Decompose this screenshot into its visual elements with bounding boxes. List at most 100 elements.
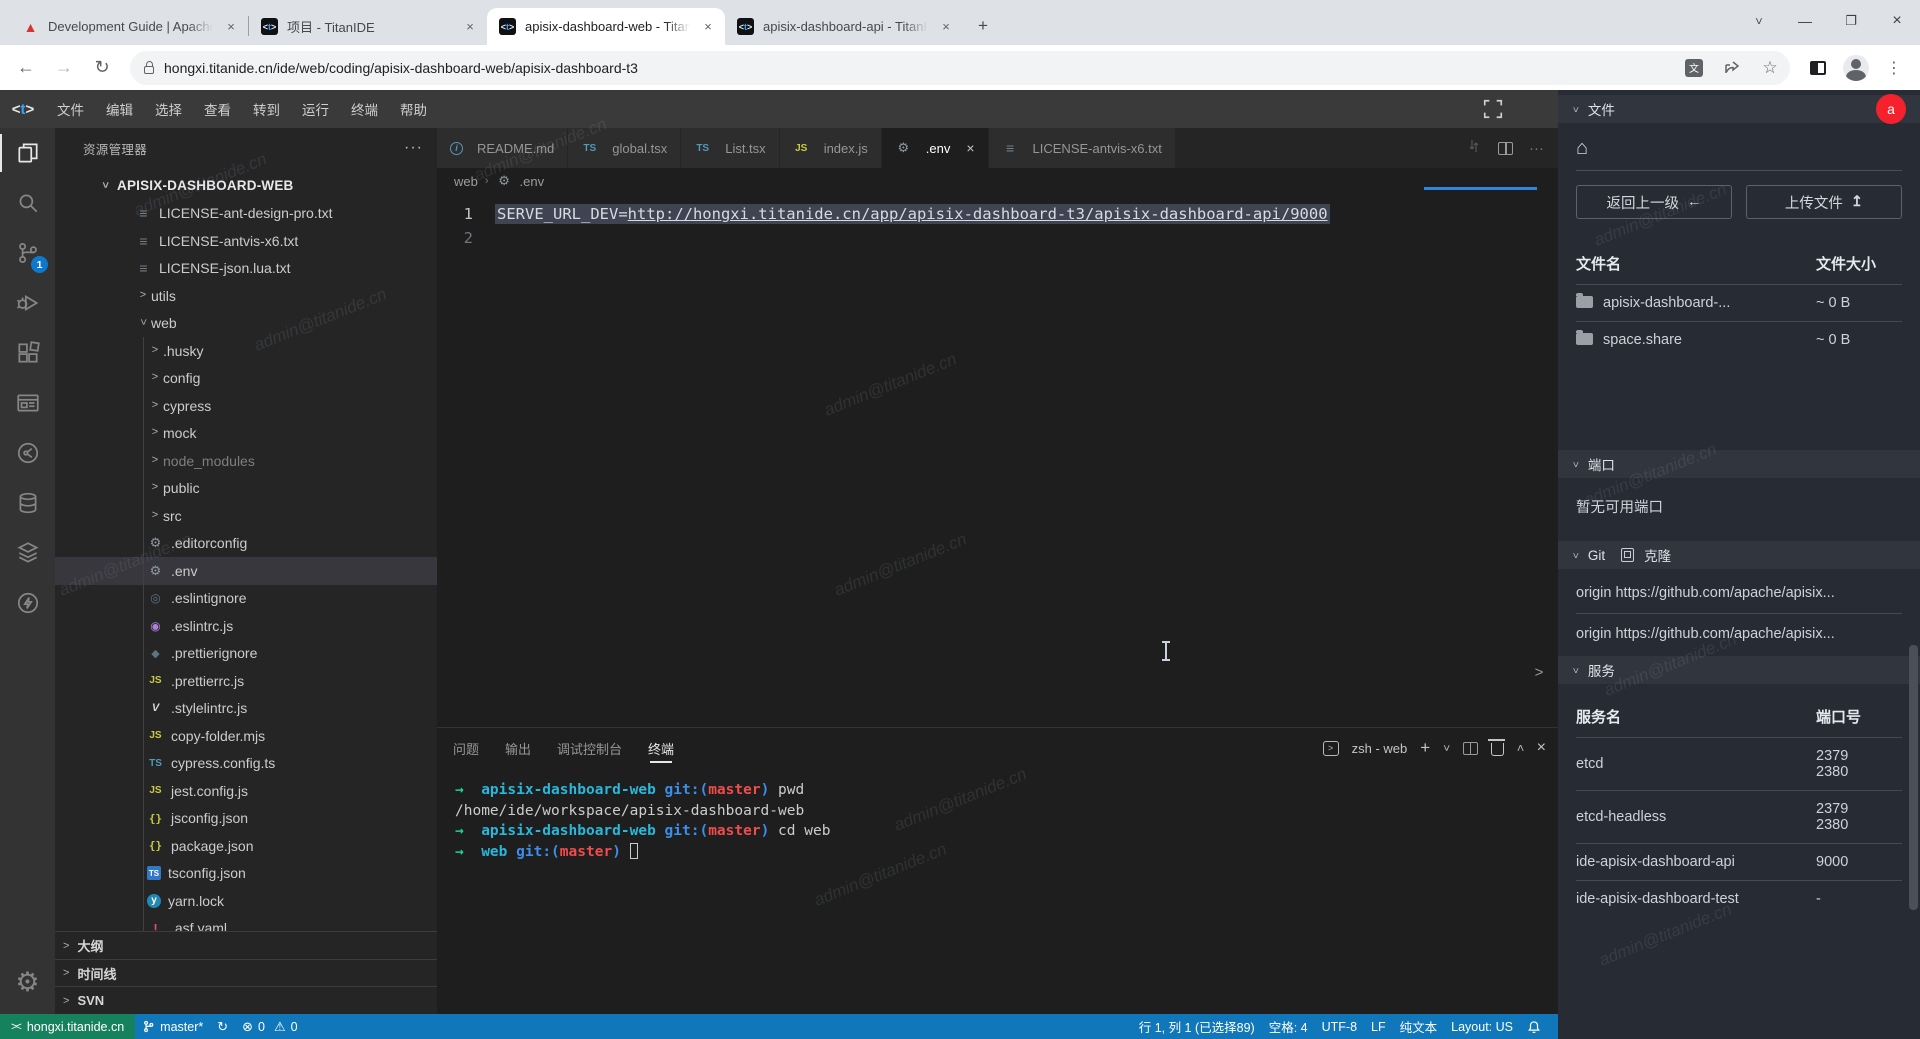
tree-item-.eslintrc.js[interactable]: ◉.eslintrc.js (55, 612, 437, 640)
tab-close-icon[interactable]: × (966, 140, 974, 156)
maximize-panel-icon[interactable]: > (1513, 744, 1527, 751)
tree-item-.prettierrc.js[interactable]: JS.prettierrc.js (55, 667, 437, 695)
panel-expand-chevron[interactable]: > (1527, 650, 1551, 694)
panel-scrollbar[interactable] (1909, 645, 1918, 910)
sidebar-section-大纲[interactable]: >大纲 (55, 931, 437, 959)
code-line[interactable]: 1SERVE_URL_DEV=http://hongxi.titanide.cn… (437, 202, 1558, 226)
files-table-row[interactable]: space.share~ 0 B (1576, 322, 1902, 359)
profile-avatar[interactable] (1840, 52, 1872, 84)
browser-tab[interactable]: ▲Development Guide | Apache A× (10, 8, 248, 45)
git-remote-row[interactable]: origin https://github.com/apache/apisix.… (1576, 573, 1902, 613)
close-panel-icon[interactable]: × (1537, 739, 1546, 757)
side-panel-icon[interactable] (1802, 52, 1834, 84)
manage-gear-icon[interactable]: ⚙ (0, 960, 55, 1004)
activity-power-icon[interactable] (0, 578, 55, 628)
user-avatar-badge[interactable]: a (1876, 94, 1906, 124)
activity-explorer-icon[interactable] (0, 128, 55, 178)
git-remote-row[interactable]: origin https://github.com/apache/apisix.… (1576, 613, 1902, 654)
tab-close-icon[interactable]: × (461, 18, 479, 36)
tree-item-tsconfig.json[interactable]: TStsconfig.json (55, 860, 437, 888)
terminal-shell-label[interactable]: zsh - web (1352, 741, 1408, 756)
split-editor-icon[interactable] (1498, 142, 1513, 155)
code-line[interactable]: 2 (437, 226, 1558, 250)
tree-item-web[interactable]: >web (55, 310, 437, 338)
terminal-tab-问题[interactable]: 问题 (453, 728, 479, 768)
tab-close-icon[interactable]: × (937, 18, 955, 36)
activity-search-icon[interactable] (0, 178, 55, 228)
breadcrumb[interactable]: web › ⚙ .env (437, 168, 1558, 194)
more-actions-icon[interactable]: ··· (1529, 140, 1544, 157)
breadcrumb-folder[interactable]: web (454, 174, 478, 189)
status-item[interactable]: 空格: 4 (1262, 1014, 1315, 1039)
service-row[interactable]: ide-apisix-dashboard-api9000 (1576, 844, 1902, 881)
tree-item-utils[interactable]: >utils (55, 282, 437, 310)
problems-item[interactable]: ⊗0 ⚠0 (235, 1014, 304, 1039)
close-icon[interactable]: × (1874, 0, 1920, 42)
menu-item[interactable]: 查看 (193, 96, 242, 122)
menu-item[interactable]: 转到 (242, 96, 291, 122)
status-item[interactable]: 行 1, 列 1 (已选择89) (1132, 1014, 1262, 1039)
git-section-header[interactable]: > Git 克隆 (1558, 541, 1920, 569)
activity-extensions-icon[interactable] (0, 328, 55, 378)
tree-item-config[interactable]: >config (55, 365, 437, 393)
kill-terminal-icon[interactable] (1491, 743, 1504, 756)
tree-item-cypress[interactable]: >cypress (55, 392, 437, 420)
service-row[interactable]: etcd23792380 (1576, 738, 1902, 791)
translate-icon[interactable]: 文 (1680, 54, 1708, 82)
menu-item[interactable]: 文件 (46, 96, 95, 122)
sync-item[interactable]: ↻ (210, 1014, 235, 1039)
menu-item[interactable]: 运行 (291, 96, 340, 122)
terminal-tab-调试控制台[interactable]: 调试控制台 (557, 728, 622, 768)
tree-item-.editorconfig[interactable]: ⚙.editorconfig (55, 530, 437, 558)
tree-item-copy-folder.mjs[interactable]: JScopy-folder.mjs (55, 722, 437, 750)
browser-tab[interactable]: <t>项目 - TitanIDE× (249, 8, 487, 45)
menu-item[interactable]: 帮助 (389, 96, 438, 122)
tree-item-nodemodules[interactable]: >node_modules (55, 447, 437, 475)
activity-source-control-icon[interactable]: 1 (0, 228, 55, 278)
minimize-icon[interactable]: — (1782, 0, 1828, 42)
activity-layers-icon[interactable] (0, 528, 55, 578)
activity-run-debug-icon[interactable] (0, 278, 55, 328)
status-item[interactable]: Layout: US (1444, 1014, 1520, 1039)
tab-search-icon[interactable]: > (1738, 0, 1780, 44)
explorer-more-icon[interactable]: ··· (404, 139, 423, 157)
activity-database-icon[interactable] (0, 478, 55, 528)
new-tab-button[interactable]: + (969, 12, 997, 40)
tab-close-icon[interactable]: × (222, 18, 240, 36)
tree-item-LICENSE-antvis-x6.txt[interactable]: ≡LICENSE-antvis-x6.txt (55, 227, 437, 255)
tab-close-icon[interactable]: × (699, 18, 717, 36)
editor-tab-List.tsx[interactable]: TSList.tsx (681, 128, 779, 168)
editor-tab-global.tsx[interactable]: TSglobal.tsx (568, 128, 681, 168)
editor-tab-README.md[interactable]: iREADME.md (437, 128, 568, 168)
notifications-bell-icon[interactable] (1520, 1014, 1548, 1039)
ports-section-header[interactable]: > 端口 (1558, 450, 1920, 478)
fullscreen-icon[interactable] (1482, 98, 1504, 120)
address-bar[interactable]: hongxi.titanide.cn/ide/web/coding/apisix… (130, 51, 1790, 85)
reload-icon[interactable]: ↻ (86, 52, 118, 84)
git-clone-label[interactable]: 克隆 (1644, 545, 1671, 565)
remote-indicator[interactable]: >< hongxi.titanide.cn (0, 1014, 135, 1039)
upload-file-button[interactable]: 上传文件↥ (1746, 185, 1902, 219)
env-url-link[interactable]: http://hongxi.titanide.cn/app/apisix-das… (628, 205, 1328, 223)
services-section-header[interactable]: > 服务 (1558, 656, 1920, 684)
tree-item-public[interactable]: >public (55, 475, 437, 503)
tree-item-src[interactable]: >src (55, 502, 437, 530)
browser-tab[interactable]: <t>apisix-dashboard-api - TitanID× (725, 8, 963, 45)
browser-menu-icon[interactable]: ⋮ (1878, 52, 1910, 84)
tree-item-.prettierignore[interactable]: ◆.prettierignore (55, 640, 437, 668)
editor-tab-index.js[interactable]: JSindex.js (780, 128, 882, 168)
tree-item-jsconfig.json[interactable]: {}jsconfig.json (55, 805, 437, 833)
terminal-tab-输出[interactable]: 输出 (505, 728, 531, 768)
menu-item[interactable]: 终端 (340, 96, 389, 122)
browser-tab[interactable]: <t>apisix-dashboard-web - TitanI× (487, 8, 725, 45)
split-terminal-icon[interactable] (1463, 742, 1478, 755)
activity-share-graph-icon[interactable] (0, 428, 55, 478)
forward-icon[interactable]: → (48, 52, 80, 84)
menu-item[interactable]: 编辑 (95, 96, 144, 122)
tree-item-.husky[interactable]: >.husky (55, 337, 437, 365)
tree-item-.asf.yaml[interactable]: !.asf.yaml (55, 915, 437, 932)
status-item[interactable]: LF (1364, 1014, 1393, 1039)
git-branch-item[interactable]: master* (135, 1014, 210, 1039)
terminal-tab-终端[interactable]: 终端 (648, 728, 674, 768)
restore-icon[interactable]: ❐ (1828, 0, 1874, 42)
